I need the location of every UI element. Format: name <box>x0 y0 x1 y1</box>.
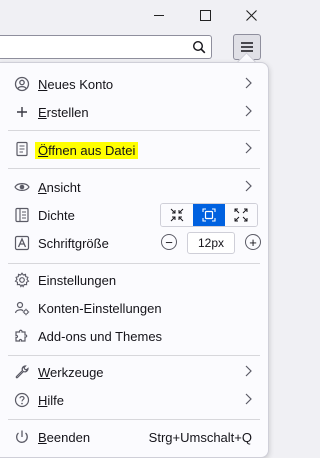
font-size-control: − 12px + <box>160 232 261 254</box>
density-touch-button[interactable] <box>225 204 257 226</box>
puzzle-piece-icon <box>14 328 30 344</box>
menu-item-settings[interactable]: Einstellungen <box>8 267 260 293</box>
help-icon <box>14 392 30 408</box>
chevron-right-icon <box>245 142 252 154</box>
menu-item-addons[interactable]: Add-ons und Themes <box>8 323 260 349</box>
density-touch-icon <box>234 208 248 222</box>
menu-item-label: Neues Konto <box>38 77 114 92</box>
menu-item-label: Schriftgröße <box>38 236 109 251</box>
minimize-button[interactable] <box>136 0 182 30</box>
new-account-icon <box>14 76 30 92</box>
density-compact-icon <box>170 208 184 222</box>
menu-item-view[interactable]: Ansicht <box>8 174 260 200</box>
maximize-button[interactable] <box>182 0 228 30</box>
close-icon <box>245 9 257 21</box>
separator <box>8 355 260 356</box>
menu-item-new-account[interactable]: Neues Konto <box>8 71 260 97</box>
menu-item-label: Add-ons und Themes <box>38 329 163 344</box>
menu-item-label: Hilfe <box>38 393 65 408</box>
font-size-icon <box>14 235 30 251</box>
separator <box>8 263 260 264</box>
menu-item-label: Werkzeuge <box>38 365 104 380</box>
menu-item-label: Erstellen <box>38 105 89 120</box>
separator <box>8 168 260 169</box>
density-normal-button[interactable] <box>193 204 225 226</box>
search-input[interactable] <box>0 35 212 59</box>
eye-icon <box>14 179 30 195</box>
power-icon <box>14 429 30 445</box>
density-icon <box>14 207 30 223</box>
font-size-decrease-button[interactable]: − <box>161 234 177 250</box>
separator <box>8 130 260 131</box>
menu-item-font-size: Schriftgröße − 12px + <box>8 230 261 256</box>
search-icon[interactable] <box>192 40 206 54</box>
menu-item-label: Ansicht <box>38 180 81 195</box>
menu-item-label: Dichte <box>38 208 75 223</box>
hamburger-menu-icon <box>241 42 253 52</box>
app-menu-panel: Neues Konto Erstellen Öffnen aus Datei A… <box>0 62 269 458</box>
chevron-right-icon <box>245 77 252 89</box>
menu-item-create[interactable]: Erstellen <box>8 99 260 125</box>
font-size-increase-button[interactable]: + <box>245 234 261 250</box>
chevron-right-icon <box>245 180 252 192</box>
menu-item-label: Konten-Einstellungen <box>38 301 162 316</box>
settings-gear-icon <box>14 272 30 288</box>
chevron-right-icon <box>245 393 252 405</box>
menu-item-label: Öffnen aus Datei <box>35 142 139 159</box>
chevron-right-icon <box>245 105 252 117</box>
menu-item-density: Dichte <box>8 202 260 228</box>
close-button[interactable] <box>228 0 274 30</box>
toolbar <box>0 30 270 64</box>
account-settings-icon <box>14 300 30 316</box>
menu-item-help[interactable]: Hilfe <box>8 387 260 413</box>
density-compact-button[interactable] <box>161 204 193 226</box>
keyboard-shortcut: Strg+Umschalt+Q <box>148 430 252 445</box>
density-toggle-group <box>160 203 258 227</box>
menu-item-account-settings[interactable]: Konten-Einstellungen <box>8 295 260 321</box>
font-size-value[interactable]: 12px <box>187 232 235 254</box>
maximize-icon <box>199 9 211 21</box>
menu-item-open-file[interactable]: Öffnen aus Datei <box>8 136 260 162</box>
chevron-right-icon <box>245 365 252 377</box>
menu-item-tools[interactable]: Werkzeuge <box>8 359 260 385</box>
menu-item-quit[interactable]: Beenden Strg+Umschalt+Q <box>8 424 260 450</box>
open-file-icon <box>14 141 30 157</box>
separator <box>8 419 260 420</box>
menu-item-label: Einstellungen <box>38 273 117 288</box>
title-bar <box>0 0 270 30</box>
minimize-icon <box>154 14 164 16</box>
menu-item-label: Beenden <box>38 430 91 445</box>
wrench-icon <box>14 364 30 380</box>
density-normal-icon <box>202 208 216 222</box>
plus-icon <box>14 104 30 120</box>
